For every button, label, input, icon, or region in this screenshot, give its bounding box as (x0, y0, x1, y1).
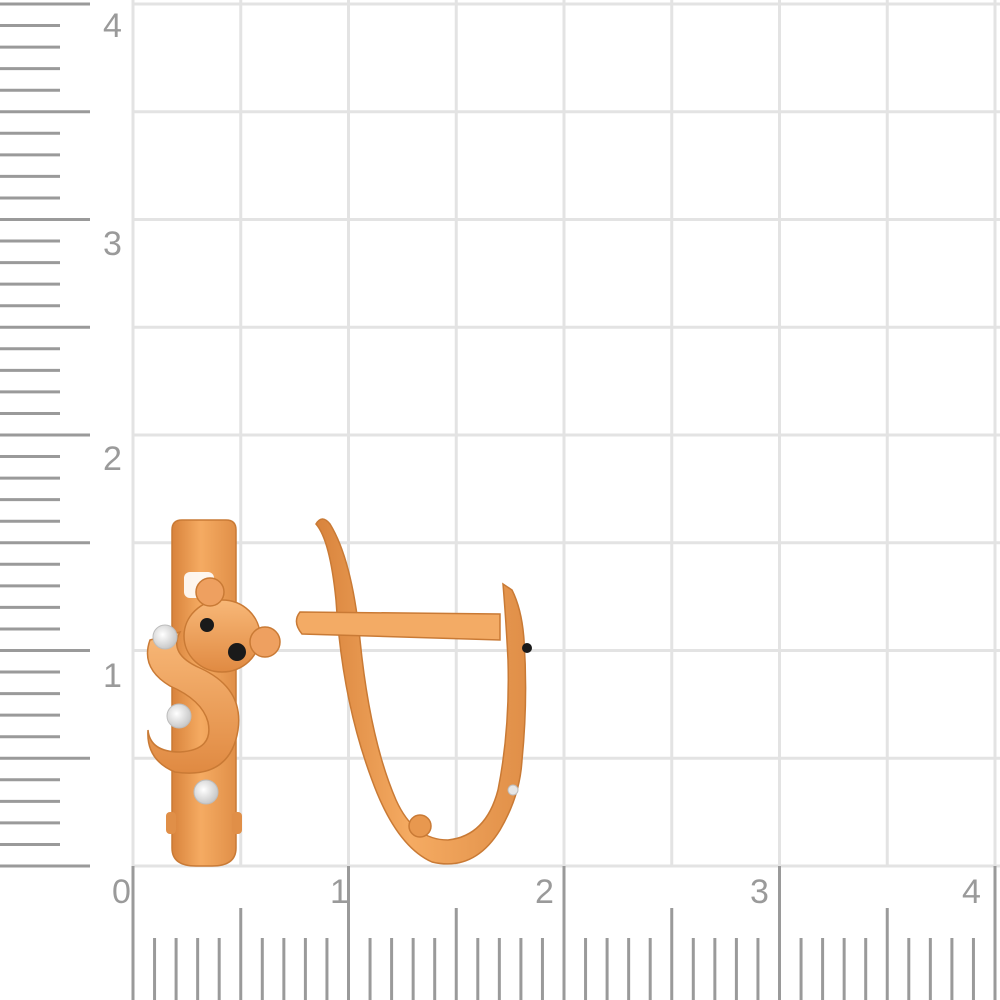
x-label-0: 0 (112, 873, 131, 911)
stone (152, 624, 178, 650)
bear-head (183, 599, 261, 673)
bottom-ruler (131, 866, 997, 1000)
y-label-1: 1 (103, 657, 122, 695)
bear-ear (249, 626, 281, 658)
bear-eye (522, 643, 532, 653)
measurement-grid-photo: 0 1 2 3 4 1 2 3 4 (0, 0, 1000, 1000)
stone (193, 779, 219, 805)
product-photo: 0 1 2 3 4 1 2 3 4 (0, 0, 1000, 1000)
x-label-1: 1 (330, 873, 349, 911)
bear-eye (200, 618, 214, 632)
y-label-4: 4 (103, 7, 122, 45)
x-label-2: 2 (535, 873, 554, 911)
stone (166, 703, 192, 729)
bear-nose (228, 643, 246, 661)
x-label-3: 3 (750, 873, 769, 911)
x-label-4: 4 (962, 873, 981, 911)
earring-pin (295, 611, 501, 641)
earring-front (146, 519, 281, 867)
y-label-3: 3 (103, 225, 122, 263)
stone (507, 784, 519, 796)
bear-ear (195, 577, 225, 607)
earring-side (295, 518, 532, 865)
grid-lines (131, 0, 1000, 868)
y-label-2: 2 (103, 440, 122, 478)
left-ruler (0, 2, 90, 868)
